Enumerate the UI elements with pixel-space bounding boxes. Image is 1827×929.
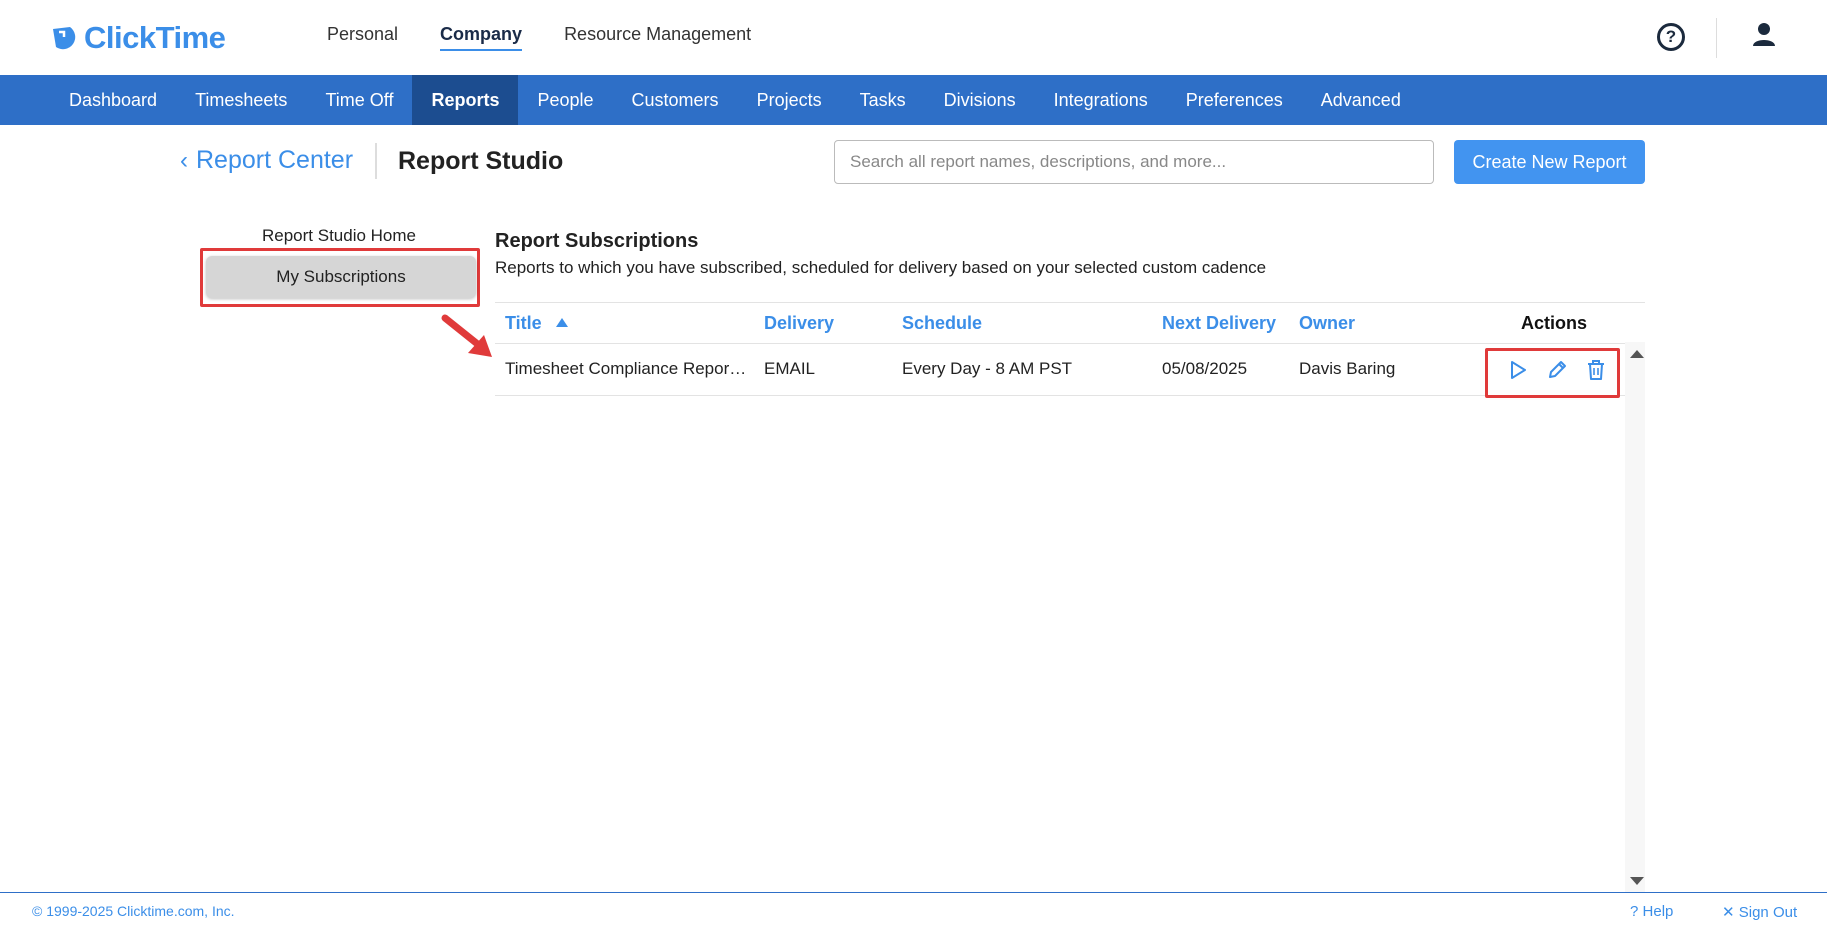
cell-owner: Davis Baring <box>1299 359 1396 378</box>
header-divider <box>375 143 377 179</box>
header-divider <box>1716 18 1717 58</box>
tab-personal[interactable]: Personal <box>327 24 398 51</box>
table-header: Title Delivery Schedule Next Delivery Ow… <box>495 302 1645 344</box>
footer: © 1999-2025 Clicktime.com, Inc. ? Help ✕… <box>0 892 1827 929</box>
sign-out-label: Sign Out <box>1738 904 1798 921</box>
table-scrollbar[interactable] <box>1625 342 1645 892</box>
nav-tasks[interactable]: Tasks <box>841 75 925 125</box>
main-nav: Dashboard Timesheets Time Off Reports Pe… <box>0 75 1827 125</box>
nav-preferences[interactable]: Preferences <box>1167 75 1302 125</box>
help-link[interactable]: ? Help <box>1630 903 1673 920</box>
nav-projects[interactable]: Projects <box>738 75 841 125</box>
top-tabs: Personal Company Resource Management <box>327 24 793 51</box>
nav-divisions[interactable]: Divisions <box>925 75 1035 125</box>
section-title: Report Subscriptions <box>495 230 699 252</box>
page-header: ‹ Report Center Report Studio Create New… <box>180 140 1645 185</box>
trash-icon[interactable] <box>1585 359 1607 381</box>
logo-text: ClickTime <box>84 20 226 55</box>
nav-advanced[interactable]: Advanced <box>1302 75 1420 125</box>
column-next-delivery[interactable]: Next Delivery <box>1162 313 1276 334</box>
nav-dashboard[interactable]: Dashboard <box>50 75 176 125</box>
cell-delivery: EMAIL <box>764 359 816 378</box>
table-row[interactable]: Timesheet Compliance Repor… EMAIL Every … <box>495 344 1625 398</box>
clicktime-logo[interactable]: ClickTime <box>50 20 226 56</box>
subscriptions-table: Title Delivery Schedule Next Delivery Ow… <box>495 302 1645 892</box>
search-input[interactable] <box>834 140 1434 184</box>
chevron-left-icon: ‹ <box>180 146 188 174</box>
report-center-label: Report Center <box>196 146 354 174</box>
cell-next-delivery: 05/08/2025 <box>1162 359 1248 378</box>
annotation-arrow <box>441 314 492 357</box>
section-description: Reports to which you have subscribed, sc… <box>495 258 1267 277</box>
nav-time-off[interactable]: Time Off <box>306 75 412 125</box>
play-icon[interactable] <box>1507 359 1529 381</box>
help-icon[interactable]: ? <box>1657 23 1685 51</box>
user-icon[interactable] <box>1752 22 1776 48</box>
page-title: Report Studio <box>398 147 564 175</box>
help-link-label: Help <box>1642 903 1674 920</box>
column-delivery[interactable]: Delivery <box>764 313 834 334</box>
nav-integrations[interactable]: Integrations <box>1035 75 1167 125</box>
nav-timesheets[interactable]: Timesheets <box>176 75 306 125</box>
report-center-link[interactable]: ‹ Report Center <box>180 146 353 175</box>
close-circle-icon: ✕ <box>1722 904 1735 921</box>
create-new-report-button[interactable]: Create New Report <box>1454 140 1645 184</box>
column-actions: Actions <box>1521 313 1588 333</box>
subscriptions-section: Report Subscriptions Reports to which yo… <box>495 230 1645 278</box>
report-studio-home-link[interactable]: Report Studio Home <box>200 226 478 246</box>
scroll-down-icon[interactable] <box>1630 877 1644 885</box>
column-owner[interactable]: Owner <box>1299 313 1355 334</box>
pencil-icon[interactable] <box>1546 359 1568 381</box>
tab-resource-management[interactable]: Resource Management <box>564 24 751 51</box>
tab-company[interactable]: Company <box>440 24 523 51</box>
nav-reports[interactable]: Reports <box>412 75 519 125</box>
help-circle-icon: ? <box>1630 903 1639 920</box>
top-bar: ClickTime Personal Company Resource Mana… <box>0 0 1827 75</box>
nav-customers[interactable]: Customers <box>613 75 738 125</box>
column-title-label: Title <box>505 313 542 333</box>
scroll-up-icon[interactable] <box>1630 350 1644 358</box>
cell-title[interactable]: Timesheet Compliance Repor… <box>505 359 745 379</box>
copyright-text: © 1999-2025 Clicktime.com, Inc. <box>32 903 235 919</box>
sign-out-link[interactable]: ✕ Sign Out <box>1722 903 1797 921</box>
sort-ascending-icon <box>555 317 568 327</box>
my-subscriptions-button[interactable]: My Subscriptions <box>206 256 476 298</box>
clicktime-logo-icon <box>53 27 76 50</box>
column-title[interactable]: Title <box>505 313 568 334</box>
nav-people[interactable]: People <box>518 75 612 125</box>
cell-schedule: Every Day - 8 AM PST <box>902 359 1073 378</box>
column-schedule[interactable]: Schedule <box>902 313 982 334</box>
